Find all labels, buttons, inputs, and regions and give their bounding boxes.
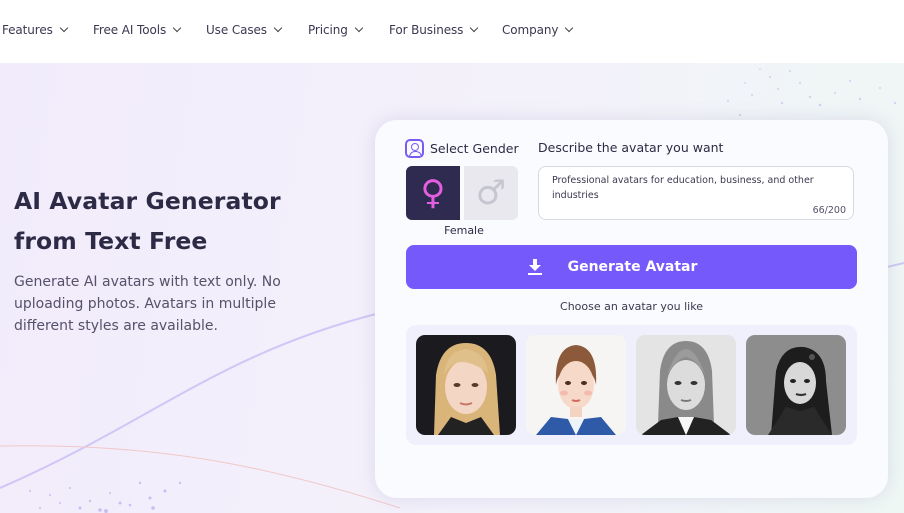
download-icon <box>527 259 542 275</box>
avatar-generator-card: Select Gender ♀ ♂ Female Describe the av… <box>375 120 888 498</box>
dot-pattern <box>29 481 182 513</box>
chevron-down-icon <box>273 23 283 33</box>
chevron-down-icon <box>59 23 69 33</box>
description-label: Describe the avatar you want <box>538 140 724 155</box>
nav-for-business-label: For Business <box>389 23 464 37</box>
nav-pricing-label: Pricing <box>308 23 348 37</box>
page-title: AI Avatar Generator from Text Free <box>14 181 344 261</box>
nav-for-business[interactable]: For Business <box>389 23 479 37</box>
avatar-image-blonde <box>416 335 516 435</box>
generate-avatar-button[interactable]: Generate Avatar <box>406 245 857 289</box>
choose-avatar-label: Choose an avatar you like <box>560 300 703 313</box>
nav-pricing[interactable]: Pricing <box>308 23 363 37</box>
nav-free-ai-tools-label: Free AI Tools <box>93 23 167 37</box>
title-line-2: from Text Free <box>14 227 208 255</box>
nav-features-label: Features <box>2 23 53 37</box>
avatar-option-3[interactable] <box>636 335 736 435</box>
avatar-option-2[interactable] <box>526 335 626 435</box>
avatar-image-watercolor <box>526 335 626 435</box>
selected-gender-caption: Female <box>444 224 484 237</box>
select-gender-label: Select Gender <box>430 141 519 156</box>
select-gender-heading: Select Gender <box>405 139 519 158</box>
avatar-gallery <box>406 325 857 445</box>
generate-avatar-label: Generate Avatar <box>567 259 698 275</box>
avatar-option-1[interactable] <box>416 335 516 435</box>
male-gender-button[interactable]: ♂ <box>464 166 518 220</box>
description-textarea[interactable]: Professional avatars for education, busi… <box>538 166 854 220</box>
nav-features[interactable]: Features <box>2 23 69 37</box>
title-line-1: AI Avatar Generator <box>14 187 281 215</box>
chevron-down-icon <box>470 23 479 33</box>
user-icon <box>405 139 424 158</box>
character-count: 66/200 <box>812 205 846 216</box>
avatar-image-grayscale <box>636 335 736 435</box>
nav-use-cases-label: Use Cases <box>206 23 267 37</box>
description-value: Professional avatars for education, busi… <box>552 175 814 201</box>
female-icon: ♀ <box>420 173 446 213</box>
hero-section: AI Avatar Generator from Text Free Gener… <box>0 63 904 513</box>
nav-use-cases[interactable]: Use Cases <box>206 23 283 37</box>
chevron-down-icon <box>354 23 363 33</box>
page-subtitle: Generate AI avatars with text only. No u… <box>14 274 281 334</box>
avatar-option-4[interactable] <box>746 335 846 435</box>
chevron-down-icon <box>172 23 182 33</box>
nav-company-label: Company <box>502 23 559 37</box>
female-gender-button[interactable]: ♀ <box>406 166 460 220</box>
chevron-down-icon <box>565 23 574 33</box>
top-navigation: Features Free AI Tools Use Cases Pricing… <box>0 0 904 63</box>
avatar-image-gothic <box>746 335 846 435</box>
male-icon: ♂ <box>475 173 507 213</box>
nav-free-ai-tools[interactable]: Free AI Tools <box>93 23 182 37</box>
nav-company[interactable]: Company <box>502 23 574 37</box>
